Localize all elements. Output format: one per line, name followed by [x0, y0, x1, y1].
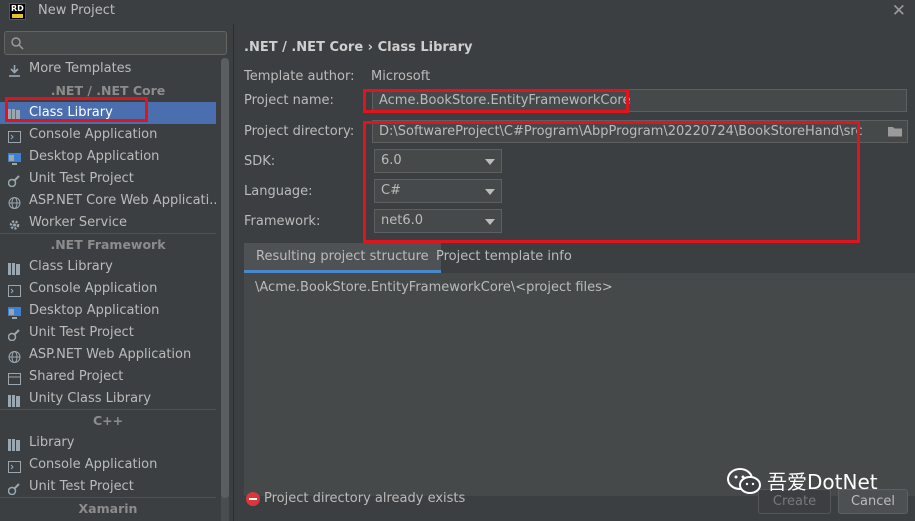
folder-icon[interactable] — [887, 124, 903, 138]
breadcrumb: .NET / .NET Core › Class Library — [244, 40, 473, 55]
wechat-icon — [727, 468, 761, 494]
unit-test-icon — [7, 481, 21, 496]
sidebar-item-label: ASP.NET Core Web Applicati... — [29, 193, 216, 208]
shared-project-icon — [8, 371, 21, 385]
sidebar-item-label: Worker Service — [29, 215, 127, 230]
project-directory-label: Project directory: — [244, 124, 355, 139]
annotation-box-settings — [363, 121, 860, 243]
close-icon[interactable]: ✕ — [892, 1, 906, 21]
library-icon — [8, 393, 21, 407]
sidebar-item-label: Console Application — [29, 281, 158, 296]
tab-resulting-project-structure[interactable]: Resulting project structure — [244, 243, 441, 273]
sidebar-item-unity-class-library[interactable]: Unity Class Library — [0, 388, 216, 410]
console-icon — [8, 129, 21, 143]
sidebar-item-label: Unity Class Library — [29, 391, 152, 406]
structure-tabs: Resulting project structure Project temp… — [244, 243, 915, 273]
sidebar-item-desktop-application[interactable]: Desktop Application — [0, 146, 216, 168]
sidebar-item-label: ASP.NET Web Application — [29, 347, 192, 362]
library-icon — [8, 437, 21, 451]
sidebar-item-label: More Templates — [29, 61, 132, 76]
sidebar-item-console-application[interactable]: Console Application — [0, 124, 216, 146]
project-name-label: Project name: — [244, 93, 334, 108]
sidebar-item-asp-net-core-web-applicati[interactable]: ASP.NET Core Web Applicati... — [0, 190, 216, 212]
unit-test-icon — [7, 327, 21, 342]
sidebar-item-more-templates[interactable]: More Templates — [0, 58, 216, 80]
globe-icon — [8, 349, 21, 363]
console-icon — [8, 459, 21, 473]
structure-panel: \Acme.BookStore.EntityFrameworkCore\<pro… — [244, 273, 915, 496]
sidebar-section-header: .NET Framework — [50, 237, 166, 252]
sdk-label: SDK: — [244, 154, 276, 169]
sidebar-item-class-library[interactable]: Class Library — [0, 256, 216, 278]
sidebar-item-label: Unit Test Project — [29, 325, 134, 340]
template-author-value: Microsoft — [371, 69, 431, 84]
sidebar-item-unit-test-project[interactable]: Unit Test Project — [0, 476, 216, 498]
sidebar-item-label: Desktop Application — [29, 303, 160, 318]
library-icon — [8, 261, 21, 275]
annotation-box-class-library — [5, 97, 148, 122]
search-icon — [11, 37, 24, 50]
title-bar: RD New Project ✕ — [0, 0, 915, 24]
console-icon — [8, 283, 21, 297]
sidebar-item-label: Class Library — [29, 259, 113, 274]
sidebar-item-label: Unit Test Project — [29, 171, 134, 186]
gear-icon — [8, 217, 21, 230]
sidebar-scrollbar[interactable] — [221, 58, 229, 521]
sidebar-item-unit-test-project[interactable]: Unit Test Project — [0, 322, 216, 344]
sidebar-item-label: Shared Project — [29, 369, 124, 384]
error-icon — [246, 492, 260, 506]
annotation-box-project-name — [363, 89, 629, 113]
watermark-text: 吾爱DotNet — [767, 470, 878, 494]
rider-app-icon: RD — [9, 3, 26, 20]
download-icon — [8, 63, 21, 77]
sidebar-section-header: C++ — [92, 413, 124, 428]
sidebar-item-label: Library — [29, 435, 75, 450]
sidebar-item-unit-test-project[interactable]: Unit Test Project — [0, 168, 216, 190]
sidebar-item-label: Unit Test Project — [29, 479, 134, 494]
unit-test-icon — [7, 173, 21, 188]
window-title: New Project — [38, 3, 115, 18]
sidebar-item-label: Desktop Application — [29, 149, 160, 164]
sidebar-item-desktop-application[interactable]: Desktop Application — [0, 300, 216, 322]
language-label: Language: — [244, 184, 313, 199]
sidebar-item-console-application[interactable]: Console Application — [0, 454, 216, 476]
scrollbar-thumb[interactable] — [221, 58, 229, 498]
sidebar-item-console-application[interactable]: Console Application — [0, 278, 216, 300]
sidebar-item-library[interactable]: Library — [0, 432, 216, 454]
sidebar-section-header: Xamarin — [78, 501, 138, 516]
search-input[interactable] — [4, 31, 227, 55]
sidebar-item-asp-net-web-application[interactable]: ASP.NET Web Application — [0, 344, 216, 366]
globe-icon — [8, 195, 21, 209]
sidebar-item-label: Console Application — [29, 127, 158, 142]
error-message: Project directory already exists — [264, 491, 466, 506]
sidebar-item-shared-project[interactable]: Shared Project — [0, 366, 216, 388]
sidebar-item-worker-service[interactable]: Worker Service — [0, 212, 216, 234]
desktop-icon — [8, 151, 21, 165]
desktop-icon — [8, 305, 21, 319]
tab-project-template-info[interactable]: Project template info — [424, 243, 584, 273]
template-author-label: Template author: — [244, 69, 355, 84]
sidebar-item-label: Console Application — [29, 457, 158, 472]
structure-text: \Acme.BookStore.EntityFrameworkCore\<pro… — [255, 280, 613, 295]
framework-label: Framework: — [244, 214, 321, 229]
